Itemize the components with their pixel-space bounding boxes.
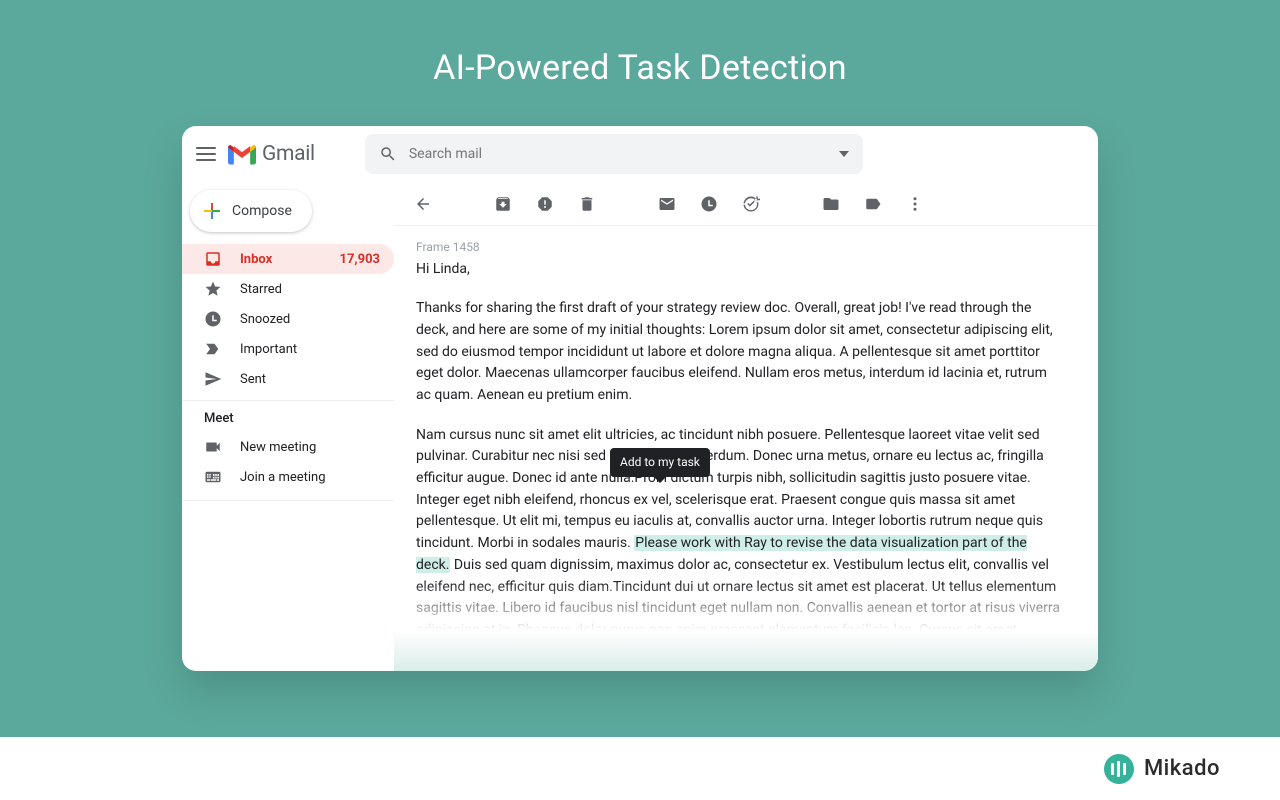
app-window: Gmail Search mail Compose [182, 126, 1098, 671]
msg-greeting: Hi Linda, [416, 259, 1060, 281]
sidebar: Compose Inbox 17,903 Starred [182, 182, 394, 671]
meet-label: New meeting [240, 440, 316, 455]
nav-label: Inbox [240, 252, 272, 267]
keyboard-icon [204, 468, 224, 486]
toolbar [394, 182, 1098, 226]
menu-icon[interactable] [196, 147, 216, 161]
msg-p2: Nam cursus nunc sit amet elit ultricies,… [416, 425, 1060, 671]
nav-label: Sent [240, 372, 266, 387]
search-input[interactable]: Search mail [409, 146, 849, 162]
nav-label: Starred [240, 282, 282, 297]
nav-list: Inbox 17,903 Starred Snoozed Important [182, 244, 394, 394]
app-logo[interactable]: Gmail [228, 142, 315, 166]
nav-label: Important [240, 342, 297, 357]
brand-bar: Mikado [0, 737, 1280, 800]
label-icon[interactable] [864, 195, 882, 213]
send-icon [204, 370, 224, 388]
search-bar[interactable]: Search mail [365, 134, 863, 174]
nav-count: 17,903 [340, 252, 381, 267]
nav-item-important[interactable]: Important [182, 334, 394, 364]
meet-heading: Meet [182, 400, 394, 432]
mark-unread-icon[interactable] [658, 195, 676, 213]
gmail-logo-icon [228, 143, 256, 165]
move-icon[interactable] [822, 195, 840, 213]
compose-label: Compose [232, 203, 292, 219]
brand[interactable]: Mikado [1104, 754, 1220, 784]
nav-item-inbox[interactable]: Inbox 17,903 [182, 244, 394, 274]
app-name: Gmail [262, 142, 315, 166]
nav-item-starred[interactable]: Starred [182, 274, 394, 304]
archive-icon[interactable] [494, 195, 512, 213]
trash-icon[interactable] [578, 195, 596, 213]
back-icon[interactable] [414, 195, 432, 213]
spam-icon[interactable] [536, 195, 554, 213]
important-icon [204, 340, 224, 358]
add-task-icon[interactable] [742, 195, 760, 213]
search-icon [379, 145, 397, 163]
compose-button[interactable]: Compose [190, 190, 312, 232]
msg-p2-after: Duis sed quam dignissim, maximus dolor a… [416, 557, 1060, 671]
brand-name: Mikado [1144, 756, 1220, 781]
add-task-tooltip[interactable]: Add to my task [610, 448, 710, 477]
more-icon[interactable] [906, 195, 924, 213]
nav-item-sent[interactable]: Sent [182, 364, 394, 394]
snooze-icon[interactable] [700, 195, 718, 213]
msg-p1: Thanks for sharing the first draft of yo… [416, 298, 1060, 406]
main-area: Frame 1458 Hi Linda, Thanks for sharing … [394, 182, 1098, 671]
search-options-icon[interactable] [839, 151, 849, 157]
clock-icon [204, 310, 224, 328]
app-header: Gmail Search mail [182, 126, 1098, 182]
meet-label: Join a meeting [240, 470, 326, 485]
frame-label: Frame 1458 [416, 238, 1060, 257]
brand-logo-icon [1104, 754, 1134, 784]
nav-label: Snoozed [240, 312, 290, 327]
nav-item-snoozed[interactable]: Snoozed [182, 304, 394, 334]
message-body: Frame 1458 Hi Linda, Thanks for sharing … [394, 226, 1098, 671]
star-icon [204, 280, 224, 298]
msg-p2-before: Nam cursus nunc sit amet elit ultricies,… [416, 427, 1044, 551]
inbox-icon [204, 250, 224, 268]
plus-icon [202, 201, 222, 221]
meet-new-meeting[interactable]: New meeting [182, 432, 394, 462]
video-icon [204, 438, 224, 456]
hero-title: AI-Powered Task Detection [433, 48, 847, 88]
meet-join-meeting[interactable]: Join a meeting [182, 462, 394, 492]
